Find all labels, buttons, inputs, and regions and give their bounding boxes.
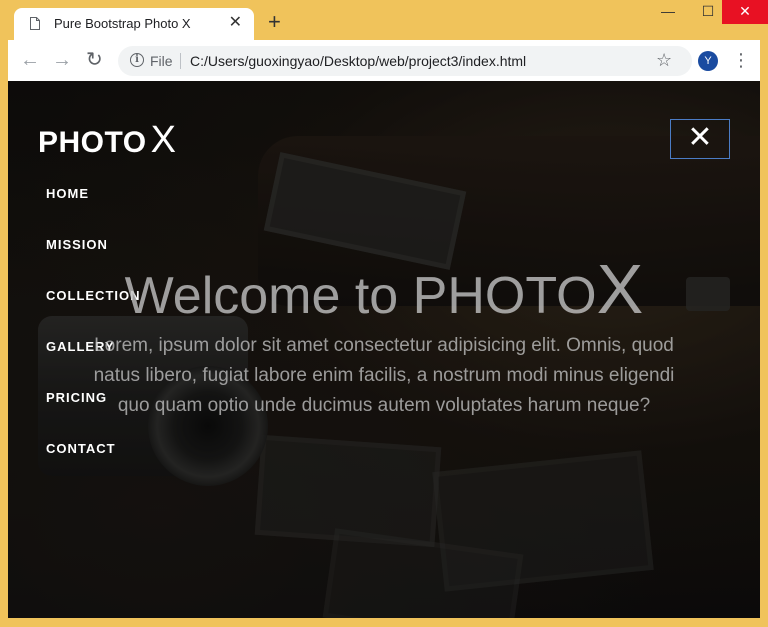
address-bar[interactable]: i File C:/Users/guoxingyao/Desktop/web/p… <box>118 46 692 76</box>
back-arrow-icon[interactable]: ← <box>20 49 40 71</box>
reload-icon[interactable]: ↻ <box>86 49 103 71</box>
hero-title-text: Welcome to PHOTO <box>124 267 597 325</box>
page-viewport: PHOTO X ✕ HOME MISSION COLLECTION GALLERY… <box>8 81 760 618</box>
tab-title: Pure Bootstrap Photo X <box>54 16 191 31</box>
nav-item-home[interactable]: HOME <box>46 186 141 237</box>
maximize-button[interactable]: ☐ <box>690 0 726 24</box>
brand-photo-text: PHOTO <box>38 126 147 159</box>
url-text[interactable]: C:/Users/guoxingyao/Desktop/web/project3… <box>190 53 526 69</box>
browser-toolbar: ← → ↻ i File C:/Users/guoxingyao/Desktop… <box>8 40 760 81</box>
document-icon <box>30 17 40 30</box>
nav-item-contact[interactable]: CONTACT <box>46 441 141 492</box>
star-icon[interactable]: ☆ <box>656 50 672 71</box>
browser-tab[interactable]: Pure Bootstrap Photo X ✕ <box>14 8 254 40</box>
brand-logo[interactable]: PHOTO X <box>38 119 176 162</box>
close-menu-button[interactable]: ✕ <box>670 119 730 159</box>
file-label: File <box>150 53 173 69</box>
hero-title-x: X <box>596 250 644 328</box>
hero-paragraph: Lorem, ipsum dolor sit amet consectetur … <box>93 335 675 416</box>
omnibox-divider <box>180 53 181 69</box>
minimize-button[interactable]: — <box>650 0 686 24</box>
profile-avatar[interactable]: Y <box>698 51 718 71</box>
forward-arrow-icon[interactable]: → <box>52 49 72 71</box>
brand-x-text: X <box>150 119 176 161</box>
window-titlebar: Pure Bootstrap Photo X ✕ + — ☐ ✕ <box>0 0 768 40</box>
kebab-menu-icon[interactable]: ⋮ <box>732 49 750 71</box>
new-tab-button[interactable]: + <box>268 11 281 33</box>
tab-close-icon[interactable]: ✕ <box>229 14 242 32</box>
info-icon[interactable]: i <box>130 53 144 67</box>
window-bottom-border <box>0 618 768 627</box>
hero-title: Welcome to PHOTOX <box>8 249 760 329</box>
close-window-button[interactable]: ✕ <box>722 0 768 24</box>
